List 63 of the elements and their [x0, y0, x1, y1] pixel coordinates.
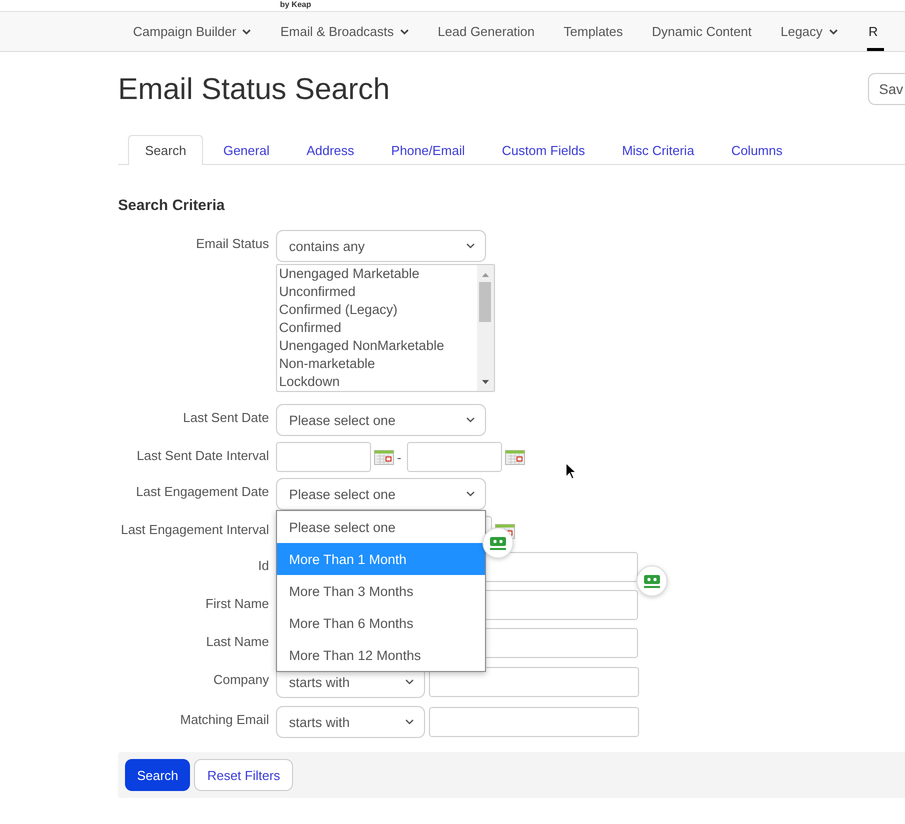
cursor-icon [565, 462, 577, 480]
nav-item[interactable]: Lead Generation [438, 12, 535, 51]
field-label: Company [212, 671, 270, 687]
date-input[interactable] [276, 442, 371, 472]
save-button[interactable]: Sav [868, 73, 905, 105]
list-option[interactable]: Lockdown [279, 373, 477, 391]
text-input[interactable] [429, 667, 639, 697]
list-option[interactable]: Confirmed (Legacy) [279, 301, 477, 319]
tab[interactable]: Search [128, 135, 204, 165]
tab[interactable]: Columns [714, 135, 800, 164]
calendar-icon[interactable] [374, 450, 394, 464]
date-input[interactable] [407, 442, 502, 472]
chevron-icon [405, 679, 414, 685]
list-option[interactable]: Non-marketable [279, 355, 477, 373]
field-label: Last Engagement Date [135, 483, 270, 499]
nav-item[interactable]: Legacy [780, 12, 838, 51]
field-label: First Name [204, 595, 270, 611]
select-field[interactable]: contains any [276, 230, 486, 262]
field-label: Id [257, 557, 270, 573]
dropdown-option[interactable]: More Than 6 Months [277, 607, 485, 639]
select-field[interactable]: Please select one [276, 478, 486, 510]
nav-item[interactable]: Dynamic Content [652, 12, 752, 51]
nav-item[interactable]: Templates [564, 12, 623, 51]
page-title: Email Status Search [118, 72, 390, 107]
field-label: Matching Email [179, 711, 270, 727]
chevron-icon [466, 243, 475, 249]
form-button[interactable]: Search [125, 759, 190, 791]
field-label: Email Status [195, 235, 270, 251]
list-option[interactable]: Unengaged Marketable [279, 265, 477, 283]
caret-icon [242, 28, 252, 34]
nav-item[interactable]: R [866, 12, 884, 51]
tab[interactable]: Phone/Email [374, 135, 482, 164]
field-label: Last Name [205, 633, 270, 649]
caret-icon [828, 28, 838, 34]
list-box[interactable]: Unengaged Marketable Unconfirmed Confirmed (Legacy) Confirmed Unengaged NonMarketable Non-marketable Lockdown [276, 264, 495, 392]
caret-icon [400, 28, 409, 34]
list-option[interactable]: Confirmed [279, 319, 477, 337]
password-manager-icon[interactable] [482, 527, 514, 559]
tab[interactable]: Misc Criteria [604, 135, 712, 164]
select-field[interactable]: Please select one [276, 404, 486, 436]
password-manager-icon[interactable] [636, 565, 668, 597]
section-title: Search Criteria [118, 197, 226, 214]
dropdown-option[interactable]: More Than 3 Months [277, 575, 485, 607]
tab[interactable]: General [206, 135, 286, 164]
field-label: Last Sent Date Interval [136, 447, 270, 463]
chevron-icon [466, 491, 475, 497]
chevron-icon [466, 417, 475, 423]
text-input[interactable] [429, 707, 639, 737]
nav-item[interactable]: Campaign Builder [133, 12, 252, 51]
tab[interactable]: Address [289, 135, 372, 164]
list-option[interactable]: Unconfirmed [279, 283, 477, 301]
form-button[interactable]: Reset Filters [194, 759, 294, 791]
calendar-icon[interactable] [505, 450, 526, 464]
list-option[interactable]: Unengaged NonMarketable [279, 337, 477, 355]
chevron-icon [405, 719, 414, 725]
brand-tagline: by Keap [280, 0, 312, 9]
tab[interactable]: Custom Fields [484, 135, 602, 164]
dropdown-option[interactable]: Please select one [277, 511, 485, 543]
select-field[interactable]: starts with [276, 706, 425, 738]
nav-item[interactable]: Email & Broadcasts [280, 12, 409, 51]
field-label: Last Engagement Interval [120, 521, 270, 537]
range-separator: - [397, 450, 402, 464]
field-label: Last Sent Date [182, 409, 270, 425]
